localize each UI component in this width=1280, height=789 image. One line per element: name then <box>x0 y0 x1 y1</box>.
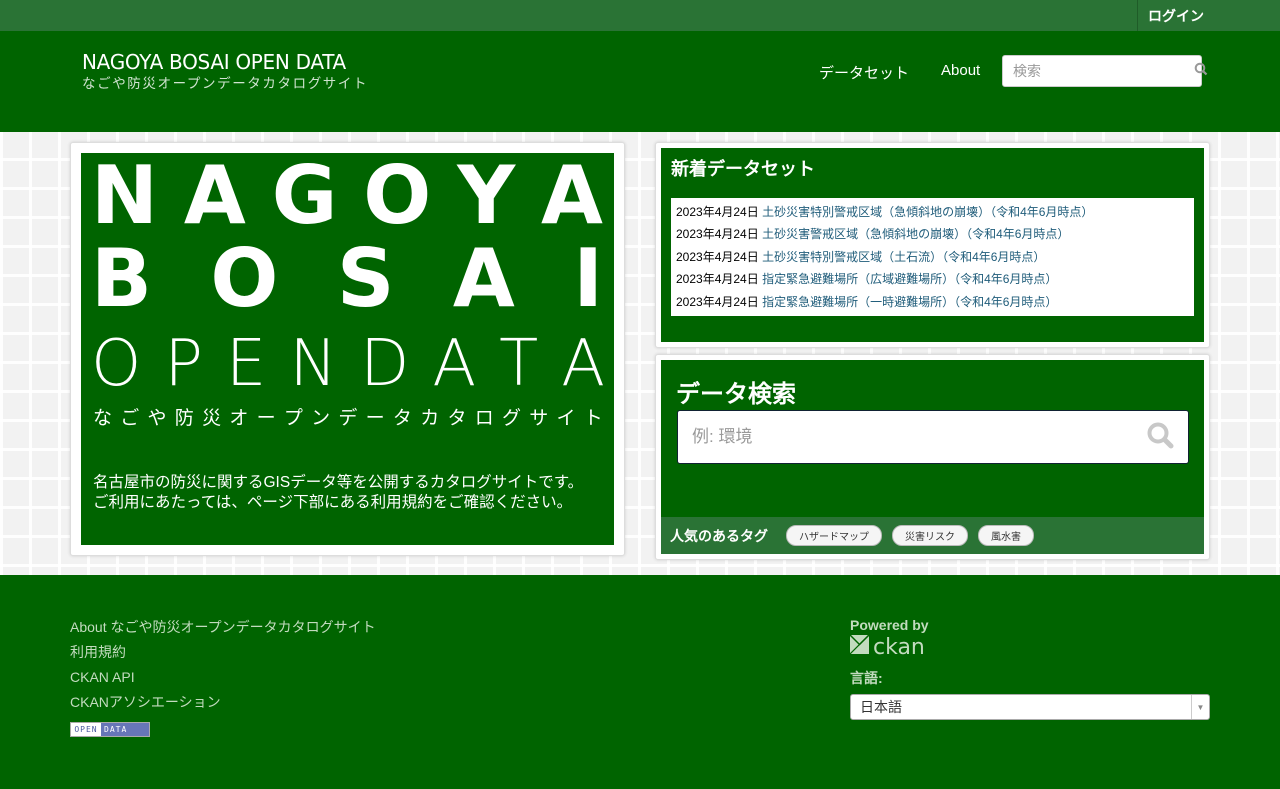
hero-letter: サ <box>529 408 549 429</box>
list-item: 2023年4月24日 指定緊急避難場所（広域避難場所）（令和4年6月時点） <box>676 272 1058 287</box>
list-item: 2023年4月24日 土砂災害警戒区域（急傾斜地の崩壊）（令和4年6月時点） <box>676 227 1070 242</box>
hero-letter: ン <box>311 408 331 429</box>
hero-letter: A <box>183 153 246 242</box>
hero-letter: O <box>91 327 142 401</box>
powered-by-label: Powered by <box>850 617 929 633</box>
hero-letter: A <box>561 327 605 401</box>
hero-letter: 防 <box>174 408 194 429</box>
new-datasets-title: 新着データセット <box>671 159 815 179</box>
tag-hazard-map[interactable]: ハザードマップ <box>786 525 882 546</box>
hero-letter: な <box>93 408 113 429</box>
hero-letter: ト <box>583 408 603 429</box>
hero-letter: タ <box>392 408 412 429</box>
hero-letter: タ <box>447 408 467 429</box>
dataset-link[interactable]: 土砂災害特別警戒区域（土石流）（令和4年6月時点） <box>762 250 1045 264</box>
hero-letter: G <box>271 153 338 242</box>
masthead: NAGOYA BOSAI OPEN DATA なごや防災オープンデータカタログサ… <box>0 31 1280 132</box>
hero-letter: ご <box>120 408 140 429</box>
footer-link-about[interactable]: About なごや防災オープンデータカタログサイト <box>70 615 376 640</box>
footer-meta: Powered by ckan 言語: 日本語 ▼ <box>849 617 1210 720</box>
popular-tags: 人気のあるタグ ハザードマップ 災害リスク 風水害 <box>661 517 1204 554</box>
hero-letter: や <box>147 408 167 429</box>
site-search <box>1002 55 1208 87</box>
hero-letter: O <box>210 232 279 325</box>
hero-line-opendata: OPENDATA <box>91 329 605 399</box>
hero-banner: NAGOYA BOSAI OPENDATA なごや防災オープンデータカタログサイ… <box>81 153 614 545</box>
dataset-link[interactable]: 土砂災害警戒区域（急傾斜地の崩壊）（令和4年6月時点） <box>762 227 1069 241</box>
new-datasets-panel: 新着データセット 2023年4月24日 土砂災害特別警戒区域（急傾斜地の崩壊）（… <box>655 142 1210 348</box>
hero-letter: グ <box>501 408 521 429</box>
footer-links: About なごや防災オープンデータカタログサイト 利用規約 CKAN API … <box>70 615 376 737</box>
site-search-input[interactable] <box>1013 63 1194 79</box>
data-search-panel: データ検索 人気のあるタグ ハザードマップ 災害リスク 風水害 <box>655 354 1210 560</box>
hero-letter: A <box>541 153 603 242</box>
data-search-title: データ検索 <box>676 381 796 408</box>
dataset-link[interactable]: 指定緊急避難場所（一時避難場所）（令和4年6月時点） <box>762 295 1057 309</box>
language-select[interactable]: 日本語 ▼ <box>850 694 1210 720</box>
data-search-box <box>677 410 1189 464</box>
hero-panel: NAGOYA BOSAI OPENDATA なごや防災オープンデータカタログサイ… <box>70 142 625 556</box>
tag-storm-flood[interactable]: 風水害 <box>978 525 1034 546</box>
dataset-list: 2023年4月24日 土砂災害特別警戒区域（急傾斜地の崩壊）（令和4年6月時点）… <box>671 198 1194 317</box>
homepage-content: NAGOYA BOSAI OPENDATA なごや防災オープンデータカタログサイ… <box>0 132 1280 575</box>
popular-tags-label: 人気のあるタグ <box>670 527 768 544</box>
hero-letter: O <box>363 153 432 242</box>
site-footer: About なごや防災オープンデータカタログサイト 利用規約 CKAN API … <box>0 575 1280 789</box>
hero-letter: ロ <box>474 408 494 429</box>
hero-description: 名古屋市の防災に関するGISデータ等を公開するカタログサイトです。 ご利用にあた… <box>93 474 584 511</box>
hero-letter: A <box>452 232 515 325</box>
hero-letter: S <box>336 232 395 325</box>
open-data-badge[interactable]: OPEN DATA <box>70 722 150 737</box>
login-link[interactable]: ログイン <box>1137 0 1280 31</box>
hero-letter: B <box>91 232 152 325</box>
hero-letter: プ <box>283 408 303 429</box>
dataset-link[interactable]: 指定緊急避難場所（広域避難場所）（令和4年6月時点） <box>762 272 1057 286</box>
site-logo[interactable]: NAGOYA BOSAI OPEN DATA なごや防災オープンデータカタログサ… <box>82 50 368 94</box>
hero-letter: Y <box>457 153 516 242</box>
hero-letter: カ <box>420 408 440 429</box>
list-item: 2023年4月24日 土砂災害特別警戒区域（土石流）（令和4年6月時点） <box>676 249 1046 264</box>
footer-link-ckan-association[interactable]: CKANアソシエーション <box>70 690 376 715</box>
hero-letter: D <box>360 327 410 401</box>
hero-letter: A <box>432 327 477 401</box>
logo-title: NAGOYA BOSAI OPEN DATA <box>82 50 346 74</box>
hero-letter: イ <box>556 408 576 429</box>
hero-letter: デ <box>338 408 358 429</box>
nav-about[interactable]: About <box>941 62 980 83</box>
footer-link-terms[interactable]: 利用規約 <box>70 640 376 665</box>
hero-line-bosai: BOSAI <box>91 238 603 320</box>
chevron-down-icon: ▼ <box>1191 695 1209 719</box>
hero-letter: E <box>225 327 267 401</box>
ckan-logo[interactable]: ckan <box>849 634 1210 660</box>
account-bar: ログイン <box>0 0 1280 31</box>
dataset-link[interactable]: 土砂災害特別警戒区域（急傾斜地の崩壊）（令和4年6月時点） <box>762 205 1093 219</box>
logo-subtitle: なごや防災オープンデータカタログサイト <box>82 76 369 91</box>
hero-letter: N <box>91 153 158 242</box>
list-item: 2023年4月24日 土砂災害特別警戒区域（急傾斜地の崩壊）（令和4年6月時点） <box>676 205 1094 219</box>
search-icon[interactable] <box>1194 62 1208 81</box>
hero-letter: T <box>499 327 539 401</box>
hero-letter: I <box>573 232 603 325</box>
hero-letter: P <box>164 327 203 401</box>
nav-datasets[interactable]: データセット <box>819 62 909 83</box>
hero-letter: 災 <box>202 408 222 429</box>
hero-letter: N <box>289 327 338 401</box>
hero-line-subtitle: なごや防災オープンデータカタログサイト <box>93 403 603 430</box>
hero-letter: オ <box>229 408 249 429</box>
hero-letter: ー <box>365 408 385 429</box>
footer-link-ckan-api[interactable]: CKAN API <box>70 665 376 690</box>
tag-disaster-risk[interactable]: 災害リスク <box>892 525 968 546</box>
hero-letter: ー <box>256 408 276 429</box>
search-icon[interactable] <box>1146 421 1174 454</box>
data-search-input[interactable] <box>692 427 1146 447</box>
list-item: 2023年4月24日 指定緊急避難場所（一時避難場所）（令和4年6月時点） <box>676 294 1058 309</box>
ckan-logo-icon <box>849 634 870 660</box>
main-nav: データセット About <box>819 62 980 83</box>
hero-line-nagoya: NAGOYA <box>91 155 603 237</box>
language-label: 言語: <box>850 670 883 686</box>
